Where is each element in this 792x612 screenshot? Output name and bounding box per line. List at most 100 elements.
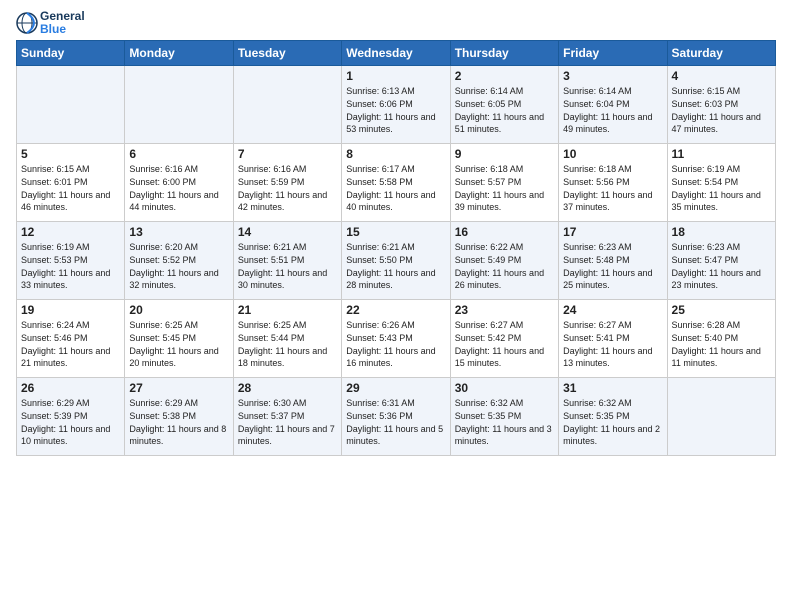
day-info: Sunrise: 6:21 AM Sunset: 5:51 PM Dayligh… <box>238 241 337 291</box>
calendar-week-row: 12 Sunrise: 6:19 AM Sunset: 5:53 PM Dayli… <box>17 222 776 300</box>
logo: General Blue <box>16 10 85 36</box>
day-info: Sunrise: 6:22 AM Sunset: 5:49 PM Dayligh… <box>455 241 554 291</box>
day-number: 1 <box>346 69 445 83</box>
day-info: Sunrise: 6:27 AM Sunset: 5:41 PM Dayligh… <box>563 319 662 369</box>
day-number: 6 <box>129 147 228 161</box>
calendar-cell: 14 Sunrise: 6:21 AM Sunset: 5:51 PM Dayli… <box>233 222 341 300</box>
day-info: Sunrise: 6:20 AM Sunset: 5:52 PM Dayligh… <box>129 241 228 291</box>
calendar-cell <box>233 66 341 144</box>
day-info: Sunrise: 6:15 AM Sunset: 6:01 PM Dayligh… <box>21 163 120 213</box>
day-info: Sunrise: 6:15 AM Sunset: 6:03 PM Dayligh… <box>672 85 771 135</box>
day-number: 19 <box>21 303 120 317</box>
day-number: 17 <box>563 225 662 239</box>
day-info: Sunrise: 6:19 AM Sunset: 5:53 PM Dayligh… <box>21 241 120 291</box>
day-number: 8 <box>346 147 445 161</box>
calendar-cell: 19Sunrise: 6:24 AM Sunset: 5:46 PM Dayli… <box>17 300 125 378</box>
day-number: 18 <box>672 225 771 239</box>
calendar-cell <box>667 378 775 456</box>
day-number: 9 <box>455 147 554 161</box>
calendar-week-row: 1 Sunrise: 6:13 AM Sunset: 6:06 PM Daylig… <box>17 66 776 144</box>
day-info: Sunrise: 6:18 AM Sunset: 5:57 PM Dayligh… <box>455 163 554 213</box>
calendar-cell: 18Sunrise: 6:23 AM Sunset: 5:47 PM Dayli… <box>667 222 775 300</box>
day-number: 26 <box>21 381 120 395</box>
day-number: 23 <box>455 303 554 317</box>
calendar-cell: 1 Sunrise: 6:13 AM Sunset: 6:06 PM Daylig… <box>342 66 450 144</box>
day-number: 13 <box>129 225 228 239</box>
day-number: 29 <box>346 381 445 395</box>
day-info: Sunrise: 6:23 AM Sunset: 5:48 PM Dayligh… <box>563 241 662 291</box>
day-info: Sunrise: 6:14 AM Sunset: 6:04 PM Dayligh… <box>563 85 662 135</box>
day-info: Sunrise: 6:25 AM Sunset: 5:45 PM Dayligh… <box>129 319 228 369</box>
calendar-cell: 30Sunrise: 6:32 AM Sunset: 5:35 PM Dayli… <box>450 378 558 456</box>
day-number: 20 <box>129 303 228 317</box>
header: General Blue <box>16 10 776 36</box>
day-info: Sunrise: 6:17 AM Sunset: 5:58 PM Dayligh… <box>346 163 445 213</box>
day-number: 5 <box>21 147 120 161</box>
calendar-cell: 28Sunrise: 6:30 AM Sunset: 5:37 PM Dayli… <box>233 378 341 456</box>
calendar-cell: 26 Sunrise: 6:29 AM Sunset: 5:39 PM Dayli… <box>17 378 125 456</box>
day-info: Sunrise: 6:30 AM Sunset: 5:37 PM Dayligh… <box>238 397 337 447</box>
calendar-table: SundayMondayTuesdayWednesdayThursdayFrid… <box>16 40 776 456</box>
day-info: Sunrise: 6:16 AM Sunset: 6:00 PM Dayligh… <box>129 163 228 213</box>
day-info: Sunrise: 6:19 AM Sunset: 5:54 PM Dayligh… <box>672 163 771 213</box>
calendar-cell: 25 Sunrise: 6:28 AM Sunset: 5:40 PM Dayli… <box>667 300 775 378</box>
day-number: 10 <box>563 147 662 161</box>
day-info: Sunrise: 6:29 AM Sunset: 5:38 PM Dayligh… <box>129 397 228 447</box>
day-info: Sunrise: 6:27 AM Sunset: 5:42 PM Dayligh… <box>455 319 554 369</box>
day-number: 31 <box>563 381 662 395</box>
day-info: Sunrise: 6:25 AM Sunset: 5:44 PM Dayligh… <box>238 319 337 369</box>
day-number: 22 <box>346 303 445 317</box>
day-info: Sunrise: 6:14 AM Sunset: 6:05 PM Dayligh… <box>455 85 554 135</box>
day-number: 4 <box>672 69 771 83</box>
day-number: 12 <box>21 225 120 239</box>
logo-blue: Blue <box>40 23 85 36</box>
calendar-cell: 12 Sunrise: 6:19 AM Sunset: 5:53 PM Dayli… <box>17 222 125 300</box>
day-info: Sunrise: 6:32 AM Sunset: 5:35 PM Dayligh… <box>563 397 662 447</box>
calendar-cell: 23 Sunrise: 6:27 AM Sunset: 5:42 PM Dayli… <box>450 300 558 378</box>
calendar-cell: 5 Sunrise: 6:15 AM Sunset: 6:01 PM Daylig… <box>17 144 125 222</box>
day-number: 14 <box>238 225 337 239</box>
weekday-header: Wednesday <box>342 41 450 66</box>
calendar-cell: 15 Sunrise: 6:21 AM Sunset: 5:50 PM Dayli… <box>342 222 450 300</box>
day-number: 16 <box>455 225 554 239</box>
calendar-cell: 29 Sunrise: 6:31 AM Sunset: 5:36 PM Dayli… <box>342 378 450 456</box>
calendar-cell: 21 Sunrise: 6:25 AM Sunset: 5:44 PM Dayli… <box>233 300 341 378</box>
day-info: Sunrise: 6:26 AM Sunset: 5:43 PM Dayligh… <box>346 319 445 369</box>
day-info: Sunrise: 6:21 AM Sunset: 5:50 PM Dayligh… <box>346 241 445 291</box>
day-number: 15 <box>346 225 445 239</box>
weekday-header: Saturday <box>667 41 775 66</box>
calendar-cell: 11 Sunrise: 6:19 AM Sunset: 5:54 PM Dayli… <box>667 144 775 222</box>
calendar-week-row: 26 Sunrise: 6:29 AM Sunset: 5:39 PM Dayli… <box>17 378 776 456</box>
weekday-header: Tuesday <box>233 41 341 66</box>
day-number: 21 <box>238 303 337 317</box>
day-number: 3 <box>563 69 662 83</box>
calendar-cell: 17 Sunrise: 6:23 AM Sunset: 5:48 PM Dayli… <box>559 222 667 300</box>
calendar-week-row: 19Sunrise: 6:24 AM Sunset: 5:46 PM Dayli… <box>17 300 776 378</box>
day-info: Sunrise: 6:18 AM Sunset: 5:56 PM Dayligh… <box>563 163 662 213</box>
calendar-cell: 3 Sunrise: 6:14 AM Sunset: 6:04 PM Daylig… <box>559 66 667 144</box>
calendar-cell: 31 Sunrise: 6:32 AM Sunset: 5:35 PM Dayli… <box>559 378 667 456</box>
weekday-header: Monday <box>125 41 233 66</box>
calendar-cell: 9 Sunrise: 6:18 AM Sunset: 5:57 PM Daylig… <box>450 144 558 222</box>
day-info: Sunrise: 6:31 AM Sunset: 5:36 PM Dayligh… <box>346 397 445 447</box>
page-container: General Blue SundayMondayTuesdayWednesda… <box>0 0 792 464</box>
calendar-cell: 24 Sunrise: 6:27 AM Sunset: 5:41 PM Dayli… <box>559 300 667 378</box>
calendar-cell: 6 Sunrise: 6:16 AM Sunset: 6:00 PM Daylig… <box>125 144 233 222</box>
calendar-cell: 27Sunrise: 6:29 AM Sunset: 5:38 PM Dayli… <box>125 378 233 456</box>
calendar-cell: 7 Sunrise: 6:16 AM Sunset: 5:59 PM Daylig… <box>233 144 341 222</box>
day-info: Sunrise: 6:16 AM Sunset: 5:59 PM Dayligh… <box>238 163 337 213</box>
day-number: 11 <box>672 147 771 161</box>
day-info: Sunrise: 6:28 AM Sunset: 5:40 PM Dayligh… <box>672 319 771 369</box>
day-number: 25 <box>672 303 771 317</box>
weekday-header: Sunday <box>17 41 125 66</box>
weekday-header-row: SundayMondayTuesdayWednesdayThursdayFrid… <box>17 41 776 66</box>
day-info: Sunrise: 6:13 AM Sunset: 6:06 PM Dayligh… <box>346 85 445 135</box>
logo-globe-icon <box>16 12 38 34</box>
day-info: Sunrise: 6:29 AM Sunset: 5:39 PM Dayligh… <box>21 397 120 447</box>
day-number: 7 <box>238 147 337 161</box>
calendar-cell: 13 Sunrise: 6:20 AM Sunset: 5:52 PM Dayli… <box>125 222 233 300</box>
calendar-cell: 8 Sunrise: 6:17 AM Sunset: 5:58 PM Daylig… <box>342 144 450 222</box>
day-number: 24 <box>563 303 662 317</box>
calendar-week-row: 5 Sunrise: 6:15 AM Sunset: 6:01 PM Daylig… <box>17 144 776 222</box>
calendar-cell: 16 Sunrise: 6:22 AM Sunset: 5:49 PM Dayli… <box>450 222 558 300</box>
